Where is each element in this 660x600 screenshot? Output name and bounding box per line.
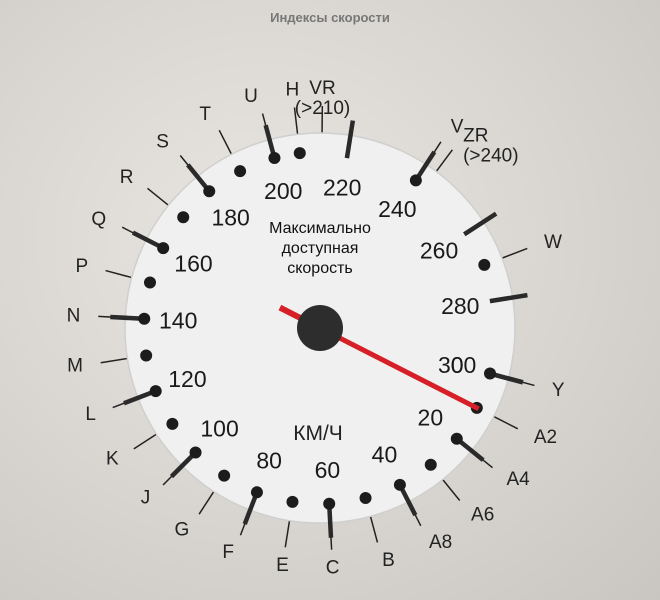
index-dot bbox=[140, 349, 153, 362]
index-label: A4 bbox=[507, 469, 531, 490]
index-label: E bbox=[276, 555, 289, 576]
index-sublabel: (>210) bbox=[295, 98, 350, 119]
index-label: G bbox=[175, 519, 190, 540]
index-label: A6 bbox=[471, 505, 494, 526]
index-label: VR bbox=[309, 78, 335, 99]
index-label: C bbox=[326, 558, 340, 579]
index-label: S bbox=[156, 131, 169, 152]
speed-label: 220 bbox=[323, 175, 361, 201]
index-label: L bbox=[85, 404, 96, 425]
speed-label: 180 bbox=[211, 205, 249, 231]
index-label: V bbox=[451, 117, 464, 138]
index-sublabel: (>240) bbox=[463, 145, 518, 166]
index-label: A2 bbox=[534, 427, 557, 448]
index-dot bbox=[234, 165, 247, 178]
index-dot bbox=[450, 432, 463, 445]
index-dot bbox=[268, 151, 281, 164]
index-dot bbox=[177, 211, 190, 224]
index-dot bbox=[138, 312, 151, 325]
needle-hub bbox=[297, 305, 343, 351]
speed-label: 280 bbox=[441, 293, 479, 319]
speed-label: 260 bbox=[420, 238, 458, 264]
index-dot bbox=[166, 417, 179, 430]
index-dot bbox=[478, 258, 491, 271]
index-dot bbox=[424, 458, 437, 471]
index-dot bbox=[393, 478, 406, 491]
index-label: Y bbox=[552, 380, 565, 401]
center-line-3: скорость bbox=[287, 260, 353, 277]
index-dot bbox=[203, 185, 216, 198]
speed-label: 60 bbox=[315, 457, 341, 483]
index-dot bbox=[143, 276, 156, 289]
speed-label: 20 bbox=[418, 404, 444, 430]
index-dot bbox=[484, 367, 497, 380]
index-label: M bbox=[67, 356, 83, 377]
index-label: P bbox=[75, 256, 88, 277]
index-label: F bbox=[222, 542, 234, 563]
index-label: R bbox=[120, 167, 134, 188]
speed-label: 100 bbox=[200, 415, 238, 441]
index-dot bbox=[218, 469, 231, 482]
speedometer-gauge: 020406080100120140160180200 2202402602803… bbox=[67, 78, 565, 579]
speed-label: 160 bbox=[174, 251, 212, 277]
center-line-1: Максимально bbox=[269, 220, 371, 237]
speed-label: 120 bbox=[168, 366, 206, 392]
index-dot bbox=[250, 486, 263, 499]
index-label: ZR bbox=[463, 125, 488, 146]
index-label: W bbox=[544, 232, 562, 253]
index-label: U bbox=[244, 86, 258, 107]
speed-label: 200 bbox=[264, 178, 302, 204]
index-label: J bbox=[141, 488, 151, 509]
speed-label: 140 bbox=[159, 308, 197, 334]
index-label: Q bbox=[91, 209, 106, 230]
index-dot bbox=[359, 492, 372, 505]
speed-label: 40 bbox=[372, 442, 398, 468]
index-label: T bbox=[199, 104, 211, 125]
index-dot bbox=[323, 497, 336, 510]
index-dot bbox=[189, 446, 202, 459]
speed-label: 80 bbox=[256, 448, 282, 474]
index-dot bbox=[409, 174, 422, 187]
index-dot bbox=[286, 495, 299, 508]
index-label: N bbox=[67, 305, 81, 326]
index-dot bbox=[157, 242, 170, 255]
index-label: B bbox=[382, 550, 395, 571]
center-line-2: доступная bbox=[282, 240, 359, 257]
index-label: K bbox=[106, 449, 119, 470]
index-dot bbox=[149, 385, 162, 398]
index-label: A8 bbox=[429, 532, 452, 553]
unit-label: КМ/Ч bbox=[293, 422, 343, 445]
speed-label: 240 bbox=[378, 196, 416, 222]
speed-label: 300 bbox=[438, 352, 476, 378]
index-dot bbox=[293, 147, 306, 160]
